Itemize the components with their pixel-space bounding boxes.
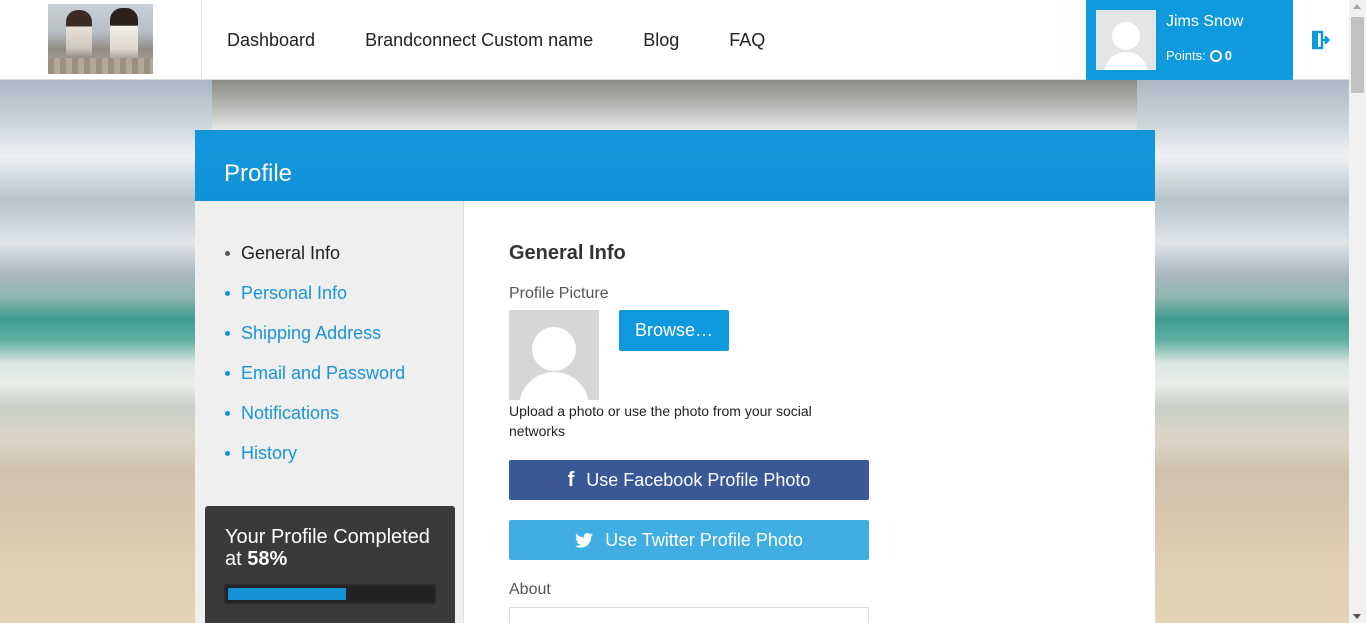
page-scrollbar[interactable] [1349,0,1366,623]
user-name: Jims Snow [1166,13,1244,30]
scroll-thumb[interactable] [1351,17,1364,93]
facebook-icon: f [567,468,575,491]
completion-percent: 58% [247,548,288,570]
user-menu[interactable]: Jims Snow Points: 0 [1086,0,1293,80]
completion-progress-fill [228,588,346,600]
browse-button[interactable]: Browse… [619,310,729,351]
scroll-down-arrow-icon[interactable] [1353,614,1361,619]
twitter-photo-button[interactable]: Use Twitter Profile Photo [509,520,869,560]
completion-progress-bar [224,584,436,604]
profile-picture-placeholder [509,310,599,400]
logout-icon[interactable] [1312,30,1330,50]
upload-help-text: Upload a photo or use the photo from you… [509,403,812,439]
sidebar-menu: General Info Personal Info Shipping Addr… [225,243,405,483]
nav-dashboard[interactable]: Dashboard [227,30,315,51]
profile-completion-card: Your Profile Completed at 58% [205,506,455,623]
points-label: Points: [1166,48,1206,63]
nav-faq[interactable]: FAQ [729,30,765,51]
twitter-icon [575,532,594,548]
facebook-photo-button[interactable]: f Use Facebook Profile Photo [509,460,869,500]
avatar [1096,10,1156,70]
facebook-button-label: Use Facebook Profile Photo [586,469,811,490]
scroll-up-arrow-icon[interactable] [1353,4,1361,9]
profile-panel-header: Profile [195,130,1155,201]
sidebar-item-general-info[interactable]: General Info [225,243,405,283]
profile-picture-label: Profile Picture [509,285,609,302]
profile-sidebar: General Info Personal Info Shipping Addr… [195,201,464,623]
sidebar-item-history[interactable]: History [225,443,405,483]
nav-brandconnect[interactable]: Brandconnect Custom name [365,30,593,51]
page-title: Profile [224,160,293,187]
points-value: 0 [1224,48,1232,63]
points-coin-icon [1209,49,1222,62]
user-points: Points: 0 [1166,48,1232,63]
background-sky-strip [212,80,1137,130]
sidebar-item-personal-info[interactable]: Personal Info [225,283,405,323]
header-divider [201,0,202,80]
sidebar-item-email-password[interactable]: Email and Password [225,363,405,403]
about-label: About [509,581,551,598]
section-title: General Info [509,242,626,264]
brand-logo-image[interactable] [48,4,153,74]
nav-blog[interactable]: Blog [643,30,679,51]
sidebar-item-notifications[interactable]: Notifications [225,403,405,443]
twitter-button-label: Use Twitter Profile Photo [605,529,803,550]
profile-completion-text: Your Profile Completed at 58% [225,526,445,570]
sidebar-item-shipping-address[interactable]: Shipping Address [225,323,405,363]
top-header: Dashboard Brandconnect Custom name Blog … [0,0,1349,80]
main-nav: Dashboard Brandconnect Custom name Blog … [227,30,815,51]
about-textarea[interactable] [509,607,869,623]
general-info-section: General Info Profile Picture Browse… Upl… [464,201,1155,623]
